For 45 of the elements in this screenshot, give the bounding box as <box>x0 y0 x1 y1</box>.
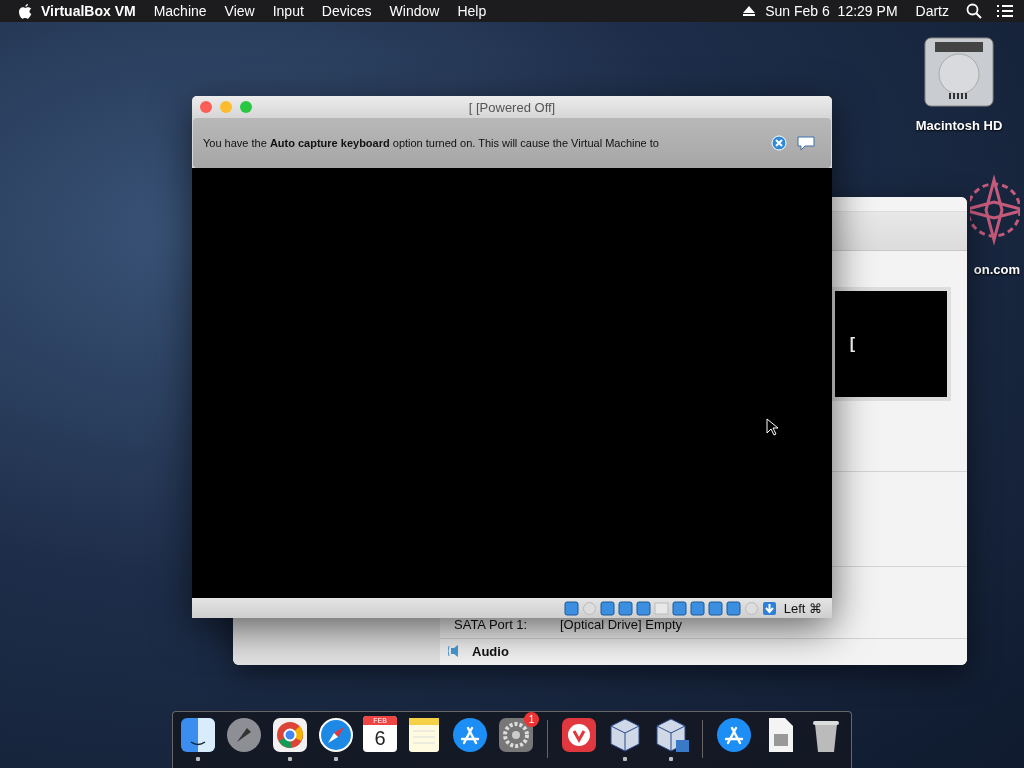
status-icon[interactable] <box>599 600 615 616</box>
row-label: SATA Port 1: <box>454 617 529 632</box>
close-button[interactable] <box>771 135 787 151</box>
dock-item[interactable] <box>271 716 309 761</box>
app-store-icon[interactable] <box>715 716 753 754</box>
clock[interactable]: Sun Feb 6 12:29 PM <box>756 3 907 19</box>
section-title: Audio <box>472 643 509 659</box>
compass-icon[interactable] <box>317 716 355 754</box>
apple-icon[interactable] <box>18 3 32 19</box>
list-icon[interactable] <box>996 4 1014 18</box>
status-icon[interactable] <box>635 600 651 616</box>
menu-item[interactable]: View <box>215 3 264 19</box>
icon-label: Macintosh HD <box>915 118 1003 133</box>
row-value: [Optical Drive] Empty <box>560 617 683 632</box>
menu-item[interactable]: Help <box>448 3 496 19</box>
app-store-icon[interactable] <box>451 716 489 754</box>
hard-drive-icon[interactable] <box>921 34 997 110</box>
down-arrow-icon[interactable] <box>761 600 777 616</box>
status-icon[interactable] <box>563 600 579 616</box>
host-key-label: Left ⌘ <box>783 600 822 616</box>
notice-text: You have the Auto capture keyboard option turned on. This will cause the Virtual Machine to <box>203 137 660 149</box>
chrome-icon[interactable] <box>271 716 309 754</box>
window-title: [ [Powered Off] <box>467 99 557 115</box>
menu-item[interactable]: Devices <box>312 3 381 19</box>
menu-item[interactable]: Window <box>380 3 449 19</box>
status-icon[interactable] <box>725 600 741 616</box>
status-icon[interactable] <box>671 600 687 616</box>
dock-item[interactable] <box>179 716 217 761</box>
app-menu[interactable]: VirtualBox VM <box>32 3 145 19</box>
speech-bubble-icon[interactable] <box>797 135 815 151</box>
pointer-icon <box>766 418 778 436</box>
finder-face-icon[interactable] <box>179 716 217 754</box>
vivaldi-icon[interactable] <box>560 716 598 754</box>
status-icon[interactable] <box>689 600 705 616</box>
status-icon[interactable] <box>617 600 633 616</box>
status-icon[interactable] <box>707 600 723 616</box>
menu-item[interactable]: Input <box>263 3 313 19</box>
icon-label: on.com <box>973 262 1020 277</box>
user-name[interactable]: Dartz <box>906 3 958 19</box>
menu-item[interactable]: Machine <box>144 3 216 19</box>
gear-icon[interactable] <box>497 716 535 754</box>
eject-icon[interactable] <box>742 5 757 17</box>
search-icon[interactable] <box>966 3 982 19</box>
notification-badge: 1 <box>524 712 539 727</box>
preview-text: [ <box>849 335 855 353</box>
